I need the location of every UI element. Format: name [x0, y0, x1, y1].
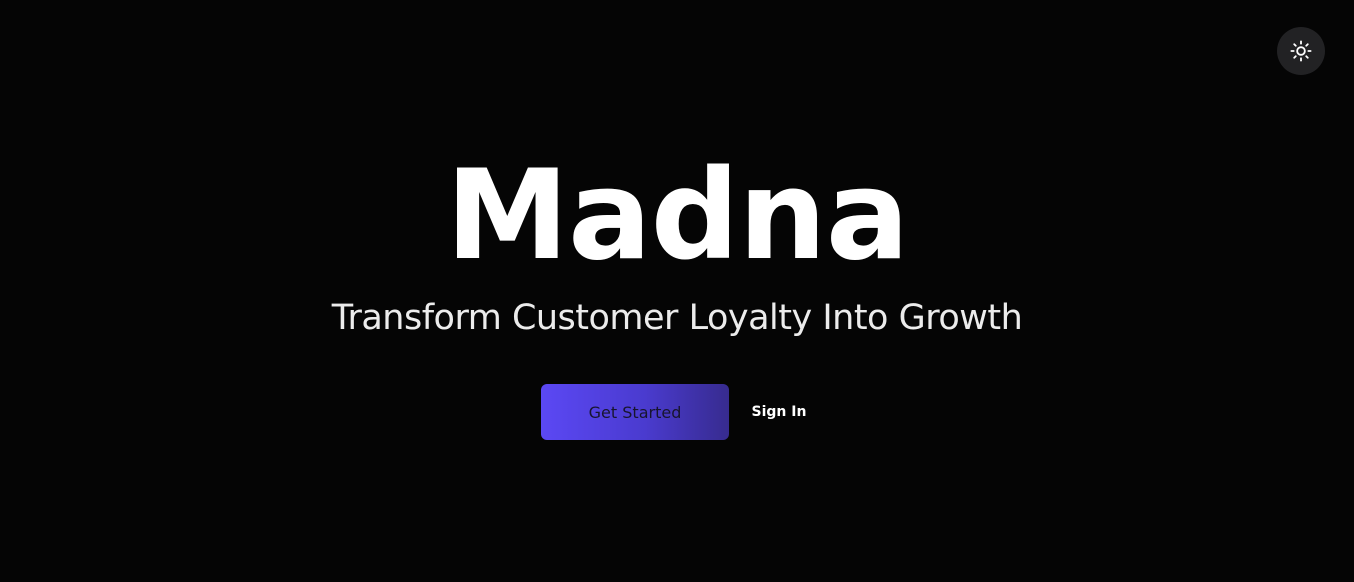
- landing-page: Madna Transform Customer Loyalty Into Gr…: [0, 0, 1354, 582]
- sun-icon: [1290, 40, 1312, 62]
- hero-tagline: Transform Customer Loyalty Into Growth: [331, 298, 1023, 338]
- theme-toggle-button[interactable]: [1277, 27, 1325, 75]
- brand-title: Madna: [445, 144, 910, 288]
- get-started-button[interactable]: Get Started: [541, 384, 729, 440]
- sign-in-link[interactable]: Sign In: [745, 400, 813, 424]
